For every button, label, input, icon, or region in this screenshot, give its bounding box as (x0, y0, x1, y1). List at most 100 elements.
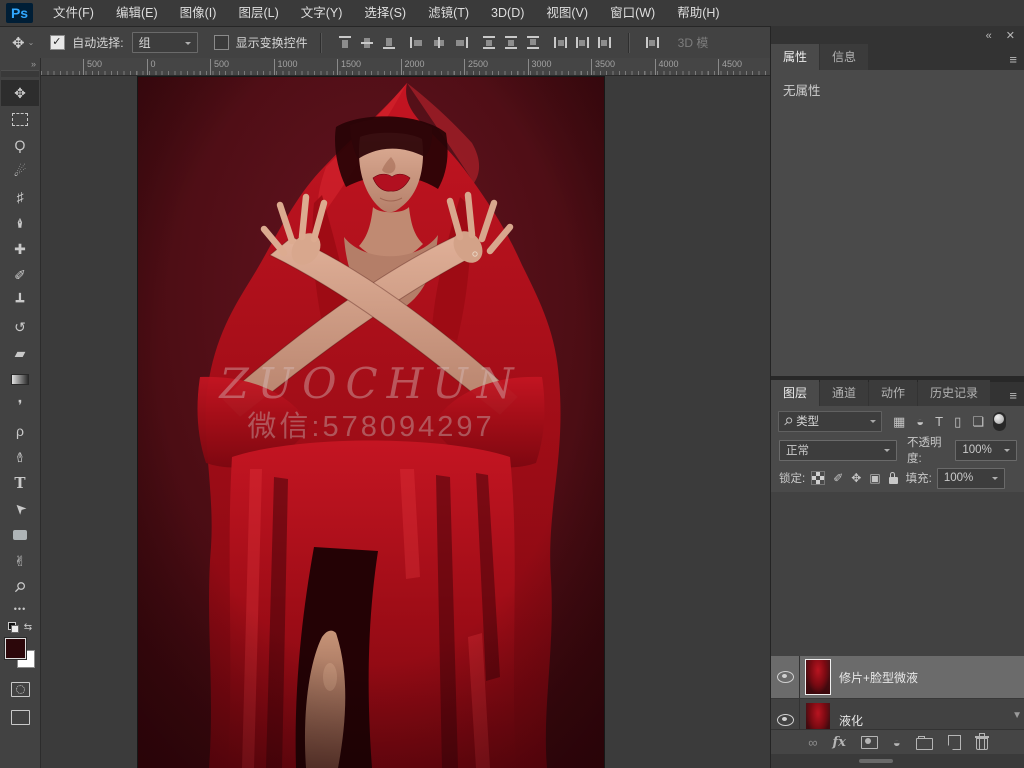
horizontal-ruler[interactable]: 500050010001500200025003000350040004500 (41, 58, 770, 76)
quick-selection-tool[interactable]: ☄ (1, 158, 39, 184)
menu-item[interactable]: 帮助(H) (666, 1, 730, 26)
lock-artboard-icon[interactable]: ▣ (869, 471, 880, 485)
fill-dropdown[interactable]: 100% (937, 468, 1005, 489)
dist-center-icon[interactable] (576, 36, 590, 49)
align-top-icon[interactable] (338, 36, 352, 49)
opacity-dropdown[interactable]: 100% (955, 440, 1017, 461)
edit-toolbar-button[interactable]: ••• (14, 604, 26, 614)
align-left-icon[interactable] (410, 36, 424, 49)
lasso-tool[interactable]: Ϙ (1, 132, 39, 158)
layers-list[interactable]: 修片+脸型微液液化 ▼ (771, 492, 1024, 729)
tab-图层[interactable]: 图层 (771, 380, 819, 406)
blend-mode-dropdown[interactable]: 正常 (779, 440, 897, 461)
menu-item[interactable]: 文字(Y) (290, 1, 354, 26)
lock-all-icon[interactable] (889, 477, 898, 484)
align-center-icon[interactable] (432, 36, 446, 49)
dist-left-icon[interactable] (554, 36, 568, 49)
menu-item[interactable]: 文件(F) (42, 1, 105, 26)
dist-right-icon[interactable] (598, 36, 612, 49)
tab-历史记录[interactable]: 历史记录 (918, 380, 990, 406)
eyedropper-tool[interactable]: ✒ (1, 210, 39, 236)
auto-select-dropdown[interactable]: 组 (132, 32, 198, 53)
new-adjustment-layer-button[interactable]: ◒ (893, 736, 901, 749)
menu-item[interactable]: 视图(V) (535, 1, 599, 26)
hand-tool[interactable]: ✌ (1, 548, 39, 574)
toolbar-collapse-icon[interactable]: » (31, 58, 36, 70)
healing-brush-tool[interactable]: ✚ (1, 236, 39, 262)
menu-item[interactable]: 选择(S) (353, 1, 417, 26)
layer-style-button[interactable]: fx (833, 736, 846, 749)
shape-filter-icon[interactable]: ▯ (954, 415, 961, 428)
layer-visibility-toggle[interactable] (771, 656, 800, 698)
layer-filter-dropdown[interactable]: ⚲ 类型 (778, 411, 882, 432)
tab-通道[interactable]: 通道 (820, 380, 868, 406)
new-layer-button[interactable] (948, 735, 961, 750)
layer-row[interactable]: 液化 (771, 699, 1024, 729)
link-layers-button[interactable]: ∞ (808, 736, 817, 749)
close-panel-icon[interactable]: ✕ (1006, 31, 1015, 42)
pixel-filter-icon[interactable]: ▦ (893, 415, 905, 428)
toolbar-grip[interactable] (1, 70, 39, 77)
menu-item[interactable]: 图像(I) (169, 1, 228, 26)
dodge-tool[interactable]: ρ (1, 418, 39, 444)
pen-tool[interactable]: ✑ (1, 444, 39, 470)
marquee-tool[interactable] (1, 106, 39, 132)
blur-tool[interactable]: ❜ (1, 392, 39, 418)
zoom-tool[interactable]: ⚲ (1, 574, 39, 600)
dist-top-icon[interactable] (482, 36, 496, 49)
distribute-spacing-icon[interactable] (646, 36, 660, 49)
align-middle-icon[interactable] (360, 36, 374, 49)
history-brush-tool[interactable]: ↺ (1, 314, 39, 340)
show-transform-checkbox[interactable] (214, 35, 229, 50)
align-right-icon[interactable] (454, 36, 468, 49)
lock-image-pixels-icon[interactable]: ✐ (833, 471, 843, 485)
layers-panel-menu-icon[interactable]: ≡ (1009, 388, 1017, 403)
foreground-swatch[interactable] (5, 638, 26, 659)
scroll-down-icon[interactable]: ▼ (1012, 710, 1022, 721)
menu-item[interactable]: 窗口(W) (599, 1, 666, 26)
smart-object-filter-icon[interactable]: ❏ (972, 415, 984, 428)
align-bottom-icon[interactable] (382, 36, 396, 49)
scrollbar-thumb[interactable] (859, 759, 893, 763)
menu-item[interactable]: 滤镜(T) (417, 1, 480, 26)
layers-scrollbar[interactable] (771, 754, 1024, 768)
tab-信息[interactable]: 信息 (820, 44, 868, 70)
collapse-panels-icon[interactable]: « (986, 31, 992, 42)
tab-动作[interactable]: 动作 (869, 380, 917, 406)
dist-middle-icon[interactable] (504, 36, 518, 49)
brush-tool[interactable]: ✐ (1, 262, 39, 288)
tab-属性[interactable]: 属性 (771, 44, 819, 70)
shape-tool[interactable] (1, 522, 39, 548)
menu-item[interactable]: 3D(D) (480, 1, 535, 26)
path-selection-tool[interactable]: ➤ (1, 496, 39, 522)
delete-layer-button[interactable] (976, 734, 988, 750)
crop-tool[interactable]: ♯ (1, 184, 39, 210)
layer-thumbnail[interactable] (806, 660, 830, 694)
gradient-tool[interactable] (1, 366, 39, 392)
default-colors-icon[interactable] (8, 622, 19, 633)
quick-mask-button[interactable] (11, 682, 30, 697)
dist-bottom-icon[interactable] (526, 36, 540, 49)
lock-position-icon[interactable]: ✥ (851, 471, 861, 485)
type-filter-icon[interactable]: T (935, 415, 943, 428)
add-layer-mask-button[interactable] (861, 736, 878, 749)
lock-transparent-pixels-icon[interactable] (811, 471, 825, 485)
layer-row[interactable]: 修片+脸型微液 (771, 656, 1024, 699)
layer-visibility-toggle[interactable] (771, 699, 800, 729)
tool-preset-chevron-icon[interactable]: ⌄ (28, 38, 35, 47)
properties-panel-menu-icon[interactable]: ≡ (1009, 52, 1017, 67)
screen-mode-button[interactable] (11, 710, 30, 725)
layer-thumbnail[interactable] (806, 703, 830, 729)
eraser-tool[interactable]: ▰ (1, 340, 39, 366)
new-group-button[interactable] (916, 735, 933, 750)
clone-stamp-tool[interactable]: ┻ (1, 288, 39, 314)
document-canvas[interactable]: ZUOCHUN 微信:578094297 (138, 77, 604, 768)
menu-item[interactable]: 图层(L) (227, 1, 289, 26)
menu-item[interactable]: 编辑(E) (105, 1, 169, 26)
move-tool[interactable]: ✥ (1, 80, 39, 106)
auto-select-checkbox[interactable] (50, 35, 65, 50)
filter-toggle-switch[interactable] (993, 412, 1006, 431)
adjustment-filter-icon[interactable]: ◒ (916, 415, 924, 428)
type-tool[interactable]: T (1, 470, 39, 496)
swap-colors-icon[interactable]: ⇆ (24, 622, 32, 633)
